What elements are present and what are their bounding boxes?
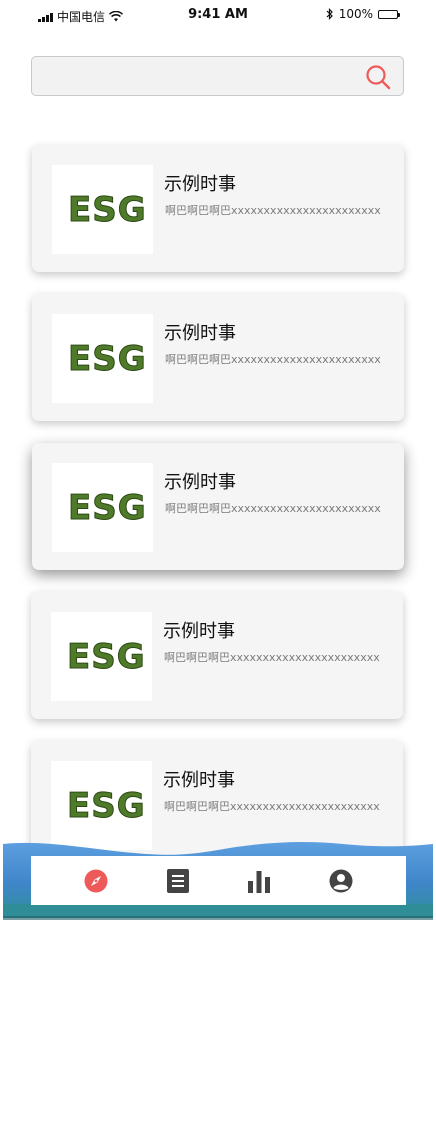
news-title: 示例时事 xyxy=(163,621,235,642)
news-thumbnail: ESG xyxy=(52,165,153,254)
news-title: 示例时事 xyxy=(163,770,235,791)
news-description: 啊巴啊巴啊巴xxxxxxxxxxxxxxxxxxxxxxx xyxy=(165,353,381,366)
news-description: 啊巴啊巴啊巴xxxxxxxxxxxxxxxxxxxxxxx xyxy=(164,800,380,813)
nav-bar xyxy=(31,856,406,905)
news-title: 示例时事 xyxy=(164,174,236,195)
svg-text:ESG: ESG xyxy=(67,637,146,677)
svg-text:ESG: ESG xyxy=(68,488,147,528)
news-thumbnail: ESG xyxy=(51,612,152,701)
news-thumbnail: ESG xyxy=(51,761,152,850)
bar-chart-icon xyxy=(248,871,270,893)
nav-item-discover[interactable] xyxy=(82,867,110,895)
battery-icon xyxy=(378,9,400,19)
nav-item-statistics[interactable] xyxy=(245,867,273,895)
news-thumbnail: ESG xyxy=(52,463,153,552)
news-title: 示例时事 xyxy=(164,472,236,493)
account-circle-icon xyxy=(329,869,353,893)
news-card[interactable]: ESG 示例时事 啊巴啊巴啊巴xxxxxxxxxxxxxxxxxxxxxxx xyxy=(32,443,404,570)
svg-text:ESG: ESG xyxy=(67,786,146,826)
compass-icon xyxy=(84,869,108,893)
news-card[interactable]: ESG 示例时事 啊巴啊巴啊巴xxxxxxxxxxxxxxxxxxxxxxx xyxy=(31,592,403,719)
article-list-icon xyxy=(167,869,189,893)
news-card[interactable]: ESG 示例时事 啊巴啊巴啊巴xxxxxxxxxxxxxxxxxxxxxxx xyxy=(32,145,404,272)
news-description: 啊巴啊巴啊巴xxxxxxxxxxxxxxxxxxxxxxx xyxy=(164,651,380,664)
nav-item-articles[interactable] xyxy=(164,867,192,895)
news-thumbnail: ESG xyxy=(52,314,153,403)
news-title: 示例时事 xyxy=(164,323,236,344)
bottom-navigation xyxy=(3,838,433,923)
search-icon[interactable] xyxy=(365,64,391,90)
status-bar: 中国电信 9:41 AM 100% xyxy=(0,0,436,32)
search-box[interactable] xyxy=(31,56,404,97)
news-description: 啊巴啊巴啊巴xxxxxxxxxxxxxxxxxxxxxxx xyxy=(165,204,381,217)
news-card[interactable]: ESG 示例时事 啊巴啊巴啊巴xxxxxxxxxxxxxxxxxxxxxxx xyxy=(32,294,404,421)
battery-percent: 100% xyxy=(338,7,373,21)
bluetooth-icon xyxy=(326,8,333,20)
svg-text:ESG: ESG xyxy=(68,190,147,230)
news-description: 啊巴啊巴啊巴xxxxxxxxxxxxxxxxxxxxxxx xyxy=(165,502,381,515)
svg-text:ESG: ESG xyxy=(68,339,147,379)
status-right: 100% xyxy=(326,7,400,21)
search-input[interactable] xyxy=(42,57,356,97)
nav-item-profile[interactable] xyxy=(327,867,355,895)
